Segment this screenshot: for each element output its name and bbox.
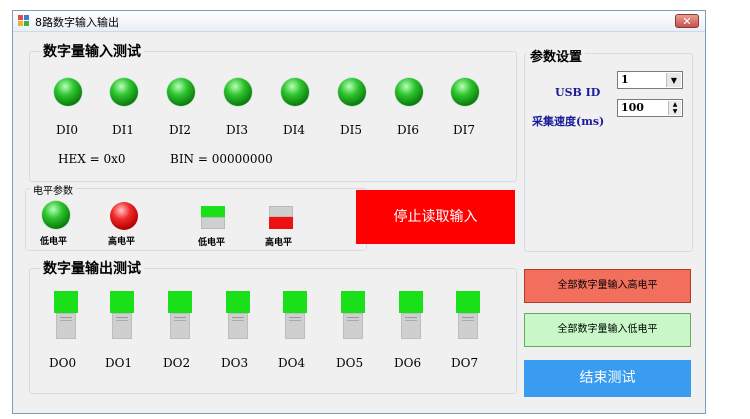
hex-readout: HEX = 0x0 <box>58 152 126 166</box>
do-switch-3[interactable] <box>226 291 250 341</box>
all-low-button[interactable]: 全部数字量输入低电平 <box>524 313 691 347</box>
di-label-0: DI0 <box>56 123 78 137</box>
low-level-switch-sample <box>201 206 225 230</box>
di-led-1 <box>110 78 138 106</box>
low-level-led-sample <box>42 201 70 229</box>
stop-reading-button[interactable]: 停止读取输入 <box>356 190 515 244</box>
all-high-button[interactable]: 全部数字量输入高电平 <box>524 269 691 303</box>
do-switch-4[interactable] <box>283 291 307 341</box>
level-group: 电平参数 <box>25 182 367 251</box>
app-icon <box>18 15 30 27</box>
window-title: 8路数字输入输出 <box>35 16 119 29</box>
di-label-5: DI5 <box>340 123 362 137</box>
usb-id-select[interactable]: 1 ▼ <box>617 71 683 89</box>
di-label-3: DI3 <box>226 123 248 137</box>
do-switch-0[interactable] <box>54 291 78 341</box>
input-group-title: 数字量输入测试 <box>40 41 144 61</box>
do-label-7: DO7 <box>451 356 479 370</box>
do-switch-5[interactable] <box>341 291 365 341</box>
di-led-5 <box>338 78 366 106</box>
di-led-7 <box>451 78 479 106</box>
chevron-down-icon[interactable]: ▼ <box>666 73 681 87</box>
low-level-led-label: 低电平 <box>40 237 68 247</box>
do-label-0: DO0 <box>49 356 77 370</box>
do-switch-1[interactable] <box>110 291 134 341</box>
params-group-title: 参数设置 <box>527 46 586 65</box>
end-test-button[interactable]: 结束测试 <box>524 360 691 397</box>
do-label-6: DO6 <box>394 356 422 370</box>
bin-readout: BIN = 00000000 <box>170 152 273 166</box>
title-bar: 8路数字输入输出 ✕ <box>13 11 705 32</box>
di-label-6: DI6 <box>397 123 419 137</box>
do-label-4: DO4 <box>278 356 306 370</box>
high-level-led-label: 高电平 <box>108 237 136 247</box>
close-icon[interactable]: ✕ <box>675 14 699 28</box>
di-label-2: DI2 <box>169 123 191 137</box>
output-group: 数字量输出测试 <box>29 258 517 394</box>
di-led-4 <box>281 78 309 106</box>
level-group-title: 电平参数 <box>30 182 76 197</box>
spin-up-icon[interactable]: ▲ <box>668 101 681 108</box>
di-led-3 <box>224 78 252 106</box>
main-window: 8路数字输入输出 ✕ 数字量输入测试 DI0 DI1 DI2 DI3 DI4 DI5 DI6… <box>12 10 706 414</box>
usb-id-value: 1 <box>621 73 629 86</box>
di-label-4: DI4 <box>283 123 305 137</box>
di-led-6 <box>395 78 423 106</box>
do-label-3: DO3 <box>221 356 249 370</box>
do-switch-2[interactable] <box>168 291 192 341</box>
di-label-1: DI1 <box>112 123 134 137</box>
sample-speed-label: 采集速度(ms) <box>532 115 605 128</box>
di-label-7: DI7 <box>453 123 475 137</box>
do-label-5: DO5 <box>336 356 364 370</box>
high-level-switch-label: 高电平 <box>265 238 293 248</box>
high-level-led-sample <box>110 202 138 230</box>
low-level-switch-label: 低电平 <box>198 238 226 248</box>
sample-speed-spinner[interactable]: 100 ▲ ▼ <box>617 99 683 117</box>
high-level-switch-sample <box>269 206 293 230</box>
sample-speed-value: 100 <box>621 101 644 114</box>
do-switch-6[interactable] <box>399 291 423 341</box>
do-switch-7[interactable] <box>456 291 480 341</box>
usb-id-label: USB ID <box>555 86 601 99</box>
di-led-2 <box>167 78 195 106</box>
di-led-0 <box>54 78 82 106</box>
do-label-2: DO2 <box>163 356 191 370</box>
do-label-1: DO1 <box>105 356 133 370</box>
spin-down-icon[interactable]: ▼ <box>668 108 681 115</box>
output-group-title: 数字量输出测试 <box>40 258 144 278</box>
